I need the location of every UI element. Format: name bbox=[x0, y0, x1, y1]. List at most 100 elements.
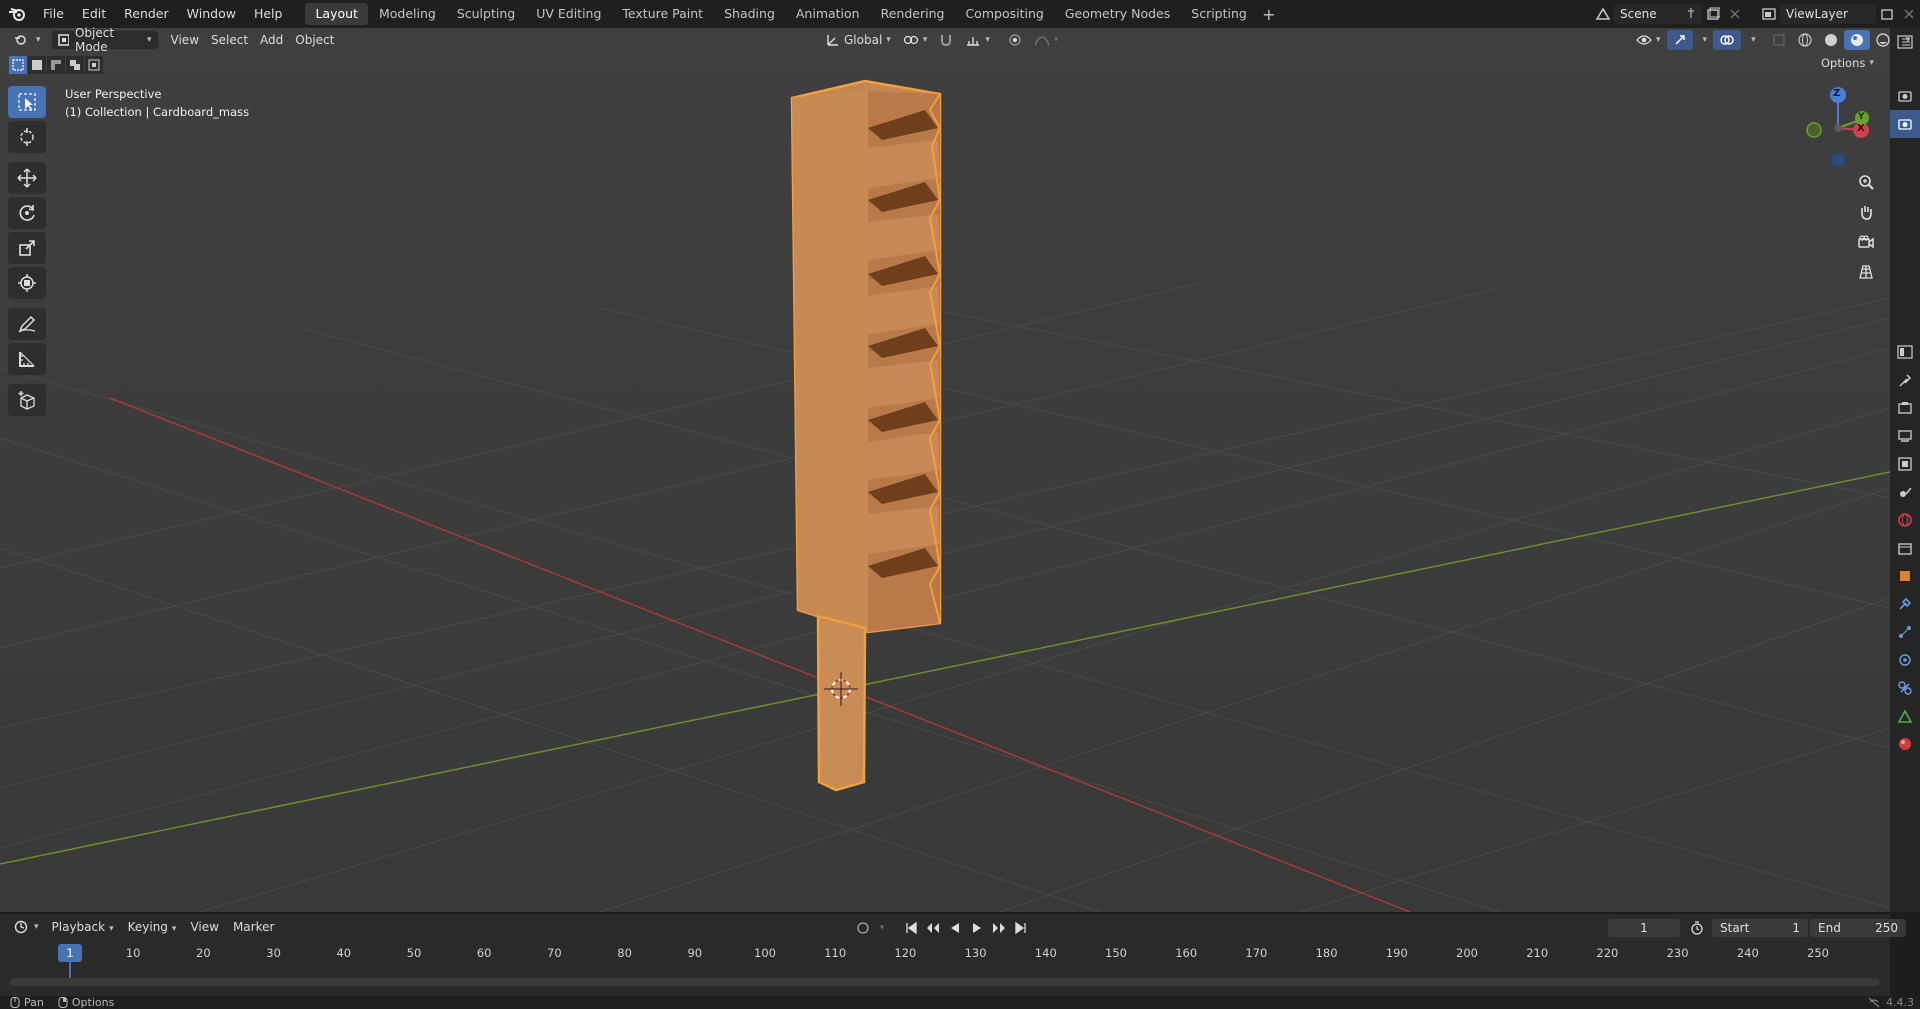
shading-solid[interactable] bbox=[1818, 30, 1844, 50]
remove-view-layer-icon[interactable] bbox=[1898, 4, 1920, 24]
orientation-dropdown[interactable]: Global ▾ bbox=[820, 30, 897, 50]
play-reverse-icon[interactable] bbox=[944, 918, 966, 938]
modifier-properties-icon[interactable] bbox=[1890, 590, 1920, 618]
gizmo-toggle[interactable] bbox=[1666, 30, 1693, 50]
keying-set-dropdown[interactable]: ▾ bbox=[874, 918, 886, 938]
current-frame-field[interactable]: 1 bbox=[1608, 919, 1680, 937]
tool-settings-icon[interactable] bbox=[1890, 366, 1920, 394]
render-properties-icon[interactable] bbox=[1890, 394, 1920, 422]
options-dropdown[interactable]: Options ▾ bbox=[1815, 53, 1880, 73]
tab-uv-editing[interactable]: UV Editing bbox=[526, 3, 611, 25]
material-properties-icon[interactable] bbox=[1890, 730, 1920, 758]
tab-rendering[interactable]: Rendering bbox=[871, 3, 955, 25]
tab-animation[interactable]: Animation bbox=[786, 3, 870, 25]
menu-add[interactable]: Add bbox=[254, 30, 289, 50]
rotate-tool[interactable] bbox=[8, 197, 46, 229]
auto-keying-icon[interactable] bbox=[852, 918, 874, 938]
remove-scene-icon[interactable] bbox=[1724, 4, 1746, 24]
shading-wireframe[interactable] bbox=[1792, 30, 1818, 50]
render-camera-active-icon[interactable] bbox=[1890, 110, 1920, 138]
use-preview-range-icon[interactable] bbox=[1686, 918, 1708, 938]
gizmo-dropdown[interactable]: ▾ bbox=[1693, 30, 1714, 50]
move-tool[interactable] bbox=[8, 162, 46, 194]
timeline-playback-menu[interactable]: Playback ▾ bbox=[45, 920, 121, 934]
pan-hand-icon[interactable] bbox=[1853, 199, 1879, 225]
timeline-marker-menu[interactable]: Marker bbox=[226, 920, 281, 934]
add-workspace-button[interactable]: + bbox=[1258, 5, 1280, 24]
tab-texture-paint[interactable]: Texture Paint bbox=[612, 3, 713, 25]
tab-geometry-nodes[interactable]: Geometry Nodes bbox=[1055, 3, 1180, 25]
scene-icon[interactable] bbox=[1592, 4, 1614, 24]
shading-material[interactable] bbox=[1843, 30, 1870, 50]
tab-sculpting[interactable]: Sculpting bbox=[447, 3, 525, 25]
tab-modeling[interactable]: Modeling bbox=[369, 3, 446, 25]
menu-window[interactable]: Window bbox=[178, 0, 245, 28]
pin-icon[interactable] bbox=[1686, 7, 1696, 22]
play-icon[interactable] bbox=[966, 918, 988, 938]
blender-logo-icon[interactable] bbox=[0, 0, 34, 28]
tab-layout[interactable]: Layout bbox=[305, 3, 368, 25]
start-frame-field[interactable]: Start 1 bbox=[1712, 919, 1808, 937]
overlays-dropdown[interactable]: ▾ bbox=[1741, 30, 1762, 50]
mode-selector[interactable]: Object Mode ▾ bbox=[50, 26, 159, 54]
properties-editor-icon[interactable] bbox=[1890, 338, 1920, 366]
select-extend-icon[interactable] bbox=[28, 56, 46, 74]
timeline-editor[interactable]: ▾ Playback ▾ Keying ▾ View Marker ▾ 1 St… bbox=[0, 912, 1906, 996]
particles-properties-icon[interactable] bbox=[1890, 618, 1920, 646]
output-properties-icon[interactable] bbox=[1890, 422, 1920, 450]
menu-file[interactable]: File bbox=[34, 0, 73, 28]
perspective-toggle-icon[interactable] bbox=[1853, 259, 1879, 285]
shading-rendered[interactable] bbox=[1870, 30, 1896, 50]
next-keyframe-icon[interactable] bbox=[988, 918, 1010, 938]
tab-scripting[interactable]: Scripting bbox=[1181, 3, 1257, 25]
scene-selector[interactable]: Scene bbox=[1614, 4, 1702, 24]
menu-view[interactable]: View bbox=[165, 30, 205, 50]
constraints-properties-icon[interactable] bbox=[1890, 674, 1920, 702]
timeline-view-menu[interactable]: View bbox=[183, 920, 225, 934]
select-box-tool[interactable] bbox=[8, 86, 46, 118]
select-intersect-icon[interactable] bbox=[85, 56, 103, 74]
transform-tool[interactable] bbox=[8, 267, 46, 299]
new-scene-icon[interactable] bbox=[1702, 4, 1724, 24]
data-properties-icon[interactable] bbox=[1890, 702, 1920, 730]
overlays-toggle[interactable] bbox=[1713, 30, 1742, 50]
object-properties-icon[interactable] bbox=[1890, 562, 1920, 590]
proportional-falloff-dropdown[interactable]: ▾ bbox=[1028, 30, 1065, 50]
tab-compositing[interactable]: Compositing bbox=[955, 3, 1053, 25]
timeline-ruler[interactable]: 1 10 20 30 40 50 60 70 80 90 100 110 120 130 140 150 16… bbox=[0, 944, 1890, 964]
add-cube-tool[interactable] bbox=[8, 384, 46, 416]
3d-viewport[interactable]: Z X Y User Perspective (1) Collection | … bbox=[0, 28, 1890, 912]
scene-properties-icon[interactable] bbox=[1890, 478, 1920, 506]
menu-object[interactable]: Object bbox=[289, 30, 340, 50]
scale-tool[interactable] bbox=[8, 232, 46, 264]
snap-toggle[interactable] bbox=[933, 30, 959, 50]
jump-start-icon[interactable] bbox=[900, 918, 922, 938]
zoom-icon[interactable] bbox=[1853, 169, 1879, 195]
menu-select[interactable]: Select bbox=[205, 30, 254, 50]
end-frame-field[interactable]: End 250 bbox=[1810, 919, 1906, 937]
editor-type-button[interactable]: ▾ bbox=[8, 30, 47, 50]
select-difference-icon[interactable] bbox=[66, 56, 84, 74]
timeline-keying-menu[interactable]: Keying ▾ bbox=[121, 920, 184, 934]
annotate-tool[interactable] bbox=[8, 308, 46, 340]
timeline-scrollbar[interactable] bbox=[10, 978, 1880, 986]
camera-view-icon[interactable] bbox=[1853, 229, 1879, 255]
playhead-frame-indicator[interactable]: 1 bbox=[58, 944, 82, 962]
snap-target-dropdown[interactable]: ▾ bbox=[959, 30, 996, 50]
pivot-dropdown[interactable]: ▾ bbox=[897, 30, 934, 50]
world-properties-icon[interactable] bbox=[1890, 506, 1920, 534]
measure-tool[interactable] bbox=[8, 343, 46, 375]
collection-properties-icon[interactable] bbox=[1890, 534, 1920, 562]
visibility-dropdown[interactable]: ▾ bbox=[1630, 30, 1667, 50]
view-layer-selector[interactable]: ViewLayer bbox=[1780, 4, 1876, 24]
new-view-layer-icon[interactable] bbox=[1876, 4, 1898, 24]
proportional-edit-toggle[interactable] bbox=[1002, 30, 1028, 50]
view-layer-properties-icon[interactable] bbox=[1890, 450, 1920, 478]
menu-render[interactable]: Render bbox=[115, 0, 178, 28]
shading-dropdown[interactable]: ▾ bbox=[1896, 30, 1917, 50]
select-subtract-icon[interactable] bbox=[47, 56, 65, 74]
menu-help[interactable]: Help bbox=[245, 0, 292, 28]
prev-keyframe-icon[interactable] bbox=[922, 918, 944, 938]
view-layer-icon[interactable] bbox=[1758, 4, 1780, 24]
jump-end-icon[interactable] bbox=[1010, 918, 1032, 938]
